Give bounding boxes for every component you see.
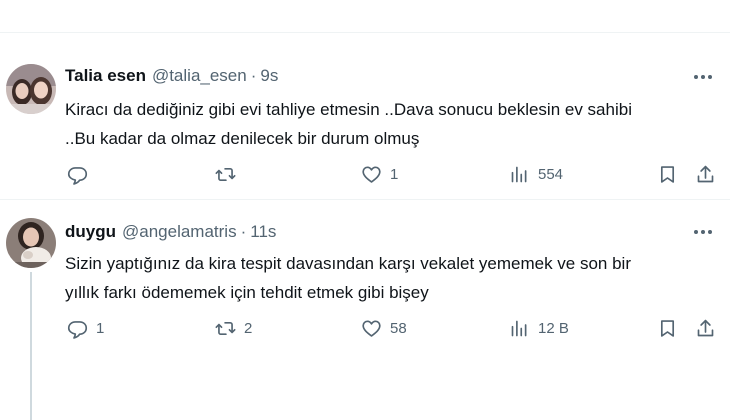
separator: · <box>250 66 257 85</box>
share-icon <box>697 165 714 182</box>
tweet-text-line: yıllık farkı ödememek için tehdit etmek … <box>65 283 429 302</box>
views-button[interactable]: 554 <box>509 160 563 188</box>
bookmark-icon <box>660 319 675 337</box>
tweet-feed: Talia esen @talia_esen · 9s Kiracı da de… <box>0 0 730 420</box>
tweet-header: Talia esen @talia_esen · 9s <box>65 64 278 88</box>
author-name[interactable]: duygu <box>65 222 116 242</box>
retweet-icon <box>215 167 236 181</box>
retweet-button[interactable] <box>215 160 244 188</box>
views-icon <box>511 320 527 336</box>
heart-icon <box>362 319 381 337</box>
reply-icon <box>67 320 88 339</box>
reply-button[interactable] <box>67 160 96 188</box>
views-icon <box>511 166 527 182</box>
share-button[interactable] <box>695 314 716 342</box>
tweet[interactable]: duygu @angelamatris · 11s Sizin yaptığın… <box>0 200 730 420</box>
views-button[interactable]: 12 B <box>509 314 569 342</box>
tweet-text: Kiracı da dediğiniz gibi evi tahliye etm… <box>65 95 715 153</box>
thread-line <box>30 272 32 420</box>
tweet-text-line: Sizin yaptığınız da kira tespit davasınd… <box>65 254 631 273</box>
views-count: 12 B <box>538 319 569 337</box>
author-handle[interactable]: @talia_esen <box>152 66 247 86</box>
more-icon[interactable] <box>690 222 716 242</box>
timestamp[interactable]: 11s <box>250 222 276 242</box>
avatar-photo <box>6 218 56 268</box>
retweet-button[interactable]: 2 <box>215 314 252 342</box>
action-bar: 1 2 58 12 B <box>0 314 730 342</box>
like-button[interactable]: 1 <box>361 160 398 188</box>
retweet-count: 2 <box>244 319 253 337</box>
avatar[interactable] <box>6 218 56 268</box>
tweet-header: duygu @angelamatris · 11s <box>65 220 276 244</box>
share-icon <box>697 319 714 336</box>
avatar[interactable] <box>6 64 56 114</box>
like-count: 58 <box>390 319 407 337</box>
tweet[interactable]: Talia esen @talia_esen · 9s Kiracı da de… <box>0 33 730 199</box>
heart-icon <box>362 165 381 183</box>
tweet-text-line: ..Bu kadar da olmaz denilecek bir durum … <box>65 129 420 148</box>
reply-count: 1 <box>96 319 105 337</box>
reply-icon <box>67 166 88 185</box>
share-button[interactable] <box>695 160 716 188</box>
views-count: 554 <box>538 165 564 183</box>
author-name[interactable]: Talia esen <box>65 66 146 86</box>
action-bar: 1 554 <box>0 160 730 188</box>
tweet-text: Sizin yaptığınız da kira tespit davasınd… <box>65 249 715 307</box>
separator: · <box>240 222 247 241</box>
timestamp[interactable]: 9s <box>260 66 278 86</box>
bookmark-icon <box>660 165 675 183</box>
like-button[interactable]: 58 <box>361 314 407 342</box>
more-icon[interactable] <box>690 67 716 87</box>
tweet-text-line: Kiracı da dediğiniz gibi evi tahliye etm… <box>65 100 632 119</box>
avatar-photo <box>6 64 56 114</box>
bookmark-button[interactable] <box>657 160 678 188</box>
bookmark-button[interactable] <box>657 314 678 342</box>
reply-button[interactable]: 1 <box>67 314 104 342</box>
author-handle[interactable]: @angelamatris <box>122 222 237 242</box>
retweet-icon <box>215 321 236 335</box>
like-count: 1 <box>390 165 399 183</box>
